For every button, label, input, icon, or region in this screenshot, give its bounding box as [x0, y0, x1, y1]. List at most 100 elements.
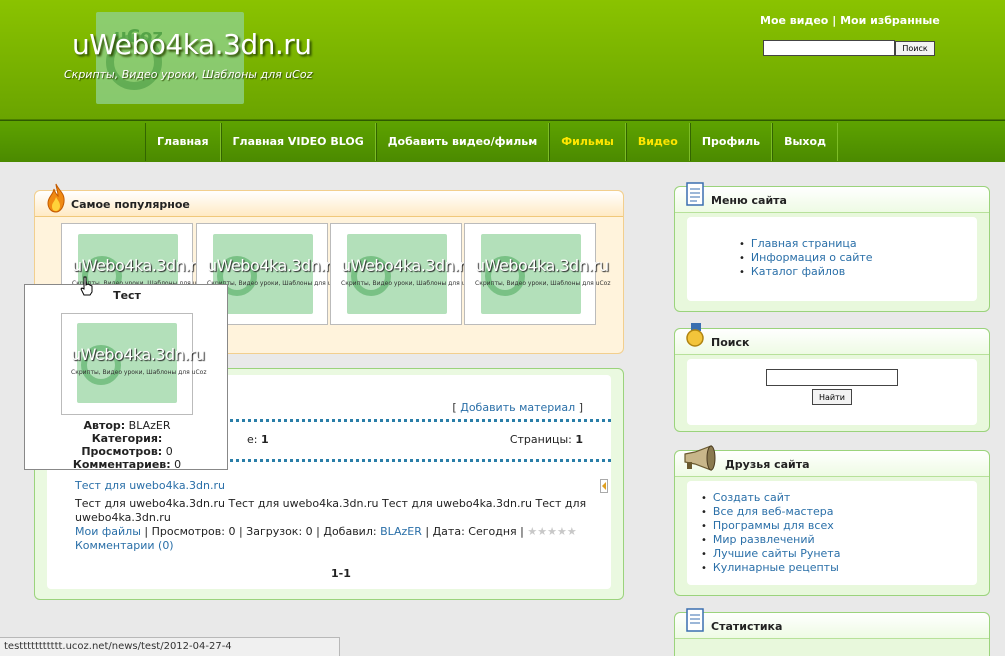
- comments-link[interactable]: Комментарии (0): [75, 539, 174, 552]
- site-slogan: Скрипты, Видео уроки, Шаблоны для uCoz: [64, 68, 313, 81]
- friends-item: Создать сайт: [701, 491, 977, 505]
- entry-date: | Дата: Сегодня |: [425, 525, 524, 538]
- popular-thumbnail[interactable]: uWebo4ka.3dn.ru Скрипты, Видео уроки, Шаб…: [330, 223, 476, 325]
- tooltip-category: Категория:: [91, 432, 163, 445]
- menu-item: Главная страница: [739, 237, 977, 251]
- tooltip-author: Автор: BLAzER: [83, 419, 171, 432]
- pager[interactable]: 1-1: [331, 567, 351, 580]
- thumb-name: uWebo4ka.3dn.ru: [71, 345, 205, 364]
- header-search-input[interactable]: [763, 40, 895, 56]
- search-header: Поиск: [675, 323, 989, 355]
- sidebar-search-input[interactable]: [766, 369, 898, 386]
- site-menu-block: Меню сайта Главная страницаИнформация о …: [674, 182, 990, 312]
- main-nav: Главная Главная VIDEO BLOG Добавить видео/…: [0, 120, 1005, 162]
- stats-header: Статистика: [675, 608, 989, 639]
- nav-items: Главная Главная VIDEO BLOG Добавить видео/…: [145, 123, 838, 161]
- nav-item[interactable]: Добавить видео/фильм: [375, 123, 550, 161]
- nav-item[interactable]: Выход: [772, 123, 838, 161]
- nav-item[interactable]: Видео: [625, 123, 690, 161]
- document-icon: [686, 182, 704, 206]
- star-icon[interactable]: ★: [547, 525, 557, 538]
- hover-tooltip: Тест uWebo4ka.3dn.ru Скрипты, Видео урок…: [24, 284, 228, 471]
- thumb-sub: Скрипты, Видео уроки, Шаблоны для uCoz: [475, 280, 611, 287]
- star-icon[interactable]: ★: [527, 525, 537, 538]
- menu-item: Информация о сайте: [739, 251, 977, 265]
- star-icon[interactable]: ★: [567, 525, 577, 538]
- document-icon: [686, 608, 704, 632]
- menu-link[interactable]: Каталог файлов: [751, 265, 845, 278]
- friends-link[interactable]: Кулинарные рецепты: [713, 561, 839, 574]
- nav-item[interactable]: Главная VIDEO BLOG: [220, 123, 376, 161]
- top-links: Мое видео | Мои избранные: [760, 14, 940, 27]
- star-icon[interactable]: ★: [557, 525, 567, 538]
- friends-link[interactable]: Создать сайт: [713, 491, 790, 504]
- tooltip-thumb: uWebo4ka.3dn.ru Скрипты, Видео уроки, Ша…: [61, 313, 206, 415]
- thumb-name: uWebo4ka.3dn.ru: [475, 256, 609, 275]
- popular-title: Самое популярное: [71, 198, 190, 211]
- header-search-button[interactable]: Поиск: [895, 41, 935, 56]
- thumb-name: uWebo4ka.3dn.ru: [72, 256, 206, 275]
- friends-link[interactable]: Лучшие сайты Рунета: [713, 547, 841, 560]
- arrow-left-icon: [602, 482, 606, 490]
- stats-block: Статистика: [674, 608, 990, 656]
- site-menu-title: Меню сайта: [711, 194, 787, 207]
- fire-icon: [47, 183, 65, 213]
- top-links-separator: |: [832, 14, 837, 27]
- entry-arrow-button[interactable]: [600, 479, 608, 493]
- megaphone-icon: [684, 445, 716, 471]
- nav-item[interactable]: Профиль: [689, 123, 773, 161]
- star-icon[interactable]: ★: [537, 525, 547, 538]
- menu-item: Каталог файлов: [739, 265, 977, 279]
- friends-item: Программы для всех: [701, 519, 977, 533]
- stats-title: Статистика: [711, 620, 783, 633]
- entry-category-link[interactable]: Мои файлы: [75, 525, 141, 538]
- rating-stars[interactable]: ★★★★★: [527, 525, 576, 538]
- friends-header: Друзья сайта: [675, 445, 989, 477]
- site-menu-list: Главная страницаИнформация о сайтеКатало…: [739, 237, 977, 279]
- tooltip-views: Просмотров: 0: [81, 445, 173, 458]
- friends-item: Кулинарные рецепты: [701, 561, 977, 575]
- friends-list: Создать сайтВсе для веб-мастераПрограммы…: [701, 491, 977, 575]
- thumb-name: uWebo4ka.3dn.ru: [207, 256, 341, 275]
- thumb-sub: Скрипты, Видео уроки, Шаблоны для uCoz: [341, 280, 477, 287]
- hand-cursor-icon: [80, 276, 93, 296]
- popular-header: Самое популярное: [35, 183, 623, 217]
- pages-info: Страницы: 1: [510, 433, 583, 446]
- count-value: 1: [260, 433, 269, 446]
- add-material-wrap: [ Добавить материал ]: [452, 401, 583, 414]
- entry-meta: Мои файлы | Просмотров: 0 | Загрузок: 0 …: [75, 525, 615, 539]
- friends-item: Все для веб-мастера: [701, 505, 977, 519]
- entry-title-link[interactable]: Тест для uwebo4ka.3dn.ru: [75, 479, 225, 492]
- entry-author-link[interactable]: BLAzER: [380, 525, 422, 538]
- menu-link[interactable]: Главная страница: [751, 237, 857, 250]
- site-menu-header: Меню сайта: [675, 182, 989, 213]
- popular-thumbnail[interactable]: uWebo4ka.3dn.ru Скрипты, Видео уроки, Шаб…: [464, 223, 610, 325]
- entry-text: Тест для uwebo4ka.3dn.ru Тест для uwebo4…: [75, 497, 587, 524]
- browser-status-bar: testtttttttttt.ucoz.net/news/test/2012-0…: [0, 637, 340, 656]
- my-video-link[interactable]: Мое видео: [760, 14, 828, 27]
- pages-label: Страницы:: [509, 433, 572, 446]
- bracket-close: ]: [578, 401, 583, 414]
- friends-title: Друзья сайта: [725, 458, 810, 471]
- search-block: Поиск Найти: [674, 323, 990, 432]
- nav-item[interactable]: Фильмы: [549, 123, 626, 161]
- search-icon: [686, 323, 704, 347]
- search-body: Найти: [687, 359, 977, 425]
- tooltip-thumbnail: uWebo4ka.3dn.ru Скрипты, Видео уроки, Ша…: [61, 313, 206, 415]
- thumb-sub: Скрипты, Видео уроки, Шаблоны для uCoz: [71, 369, 207, 376]
- sidebar-search-button[interactable]: Найти: [812, 389, 852, 405]
- add-material-link[interactable]: Добавить материал: [460, 401, 575, 414]
- friends-link[interactable]: Все для веб-мастера: [713, 505, 834, 518]
- friends-link[interactable]: Программы для всех: [713, 519, 834, 532]
- nav-item[interactable]: Главная: [145, 123, 221, 161]
- friends-body: Создать сайтВсе для веб-мастераПрограммы…: [687, 481, 977, 585]
- menu-link[interactable]: Информация о сайте: [751, 251, 873, 264]
- friends-link[interactable]: Мир развлечений: [713, 533, 815, 546]
- friends-item: Лучшие сайты Рунета: [701, 547, 977, 561]
- site-title[interactable]: uWebo4ka.3dn.ru: [72, 28, 312, 61]
- thumb-name: uWebo4ka.3dn.ru: [341, 256, 475, 275]
- bracket-open: [: [452, 401, 457, 414]
- pages-value: 1: [575, 433, 583, 446]
- my-favorites-link[interactable]: Мои избранные: [840, 14, 940, 27]
- search-title: Поиск: [711, 336, 750, 349]
